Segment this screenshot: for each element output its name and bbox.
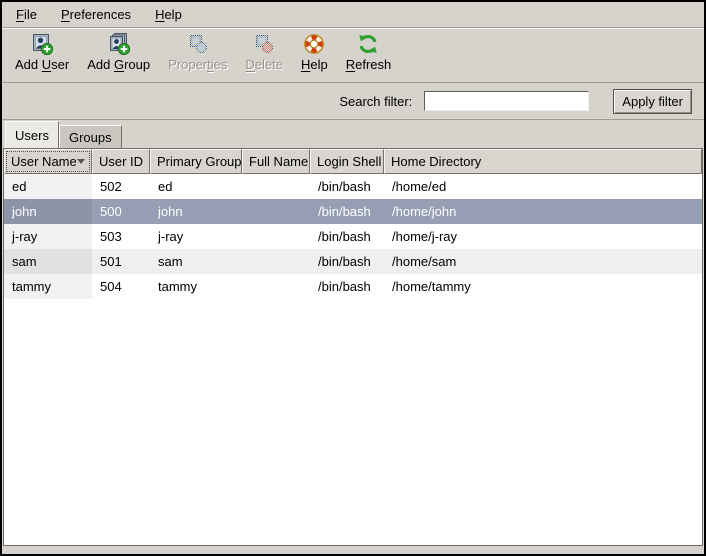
table-cell[interactable]: j-ray	[150, 224, 242, 249]
menu-bar: File Preferences Help	[2, 2, 704, 28]
table-cell[interactable]: /home/john	[384, 199, 702, 224]
table-cell[interactable]: /home/tammy	[384, 274, 702, 299]
table-cell[interactable]: /bin/bash	[310, 174, 384, 199]
refresh-button[interactable]: Refresh	[337, 31, 401, 74]
table-cell[interactable]: sam	[4, 249, 92, 274]
table-cell[interactable]: /bin/bash	[310, 249, 384, 274]
help-button[interactable]: Help	[292, 31, 337, 74]
table-cell[interactable]: /home/sam	[384, 249, 702, 274]
column-header-home-directory[interactable]: Home Directory	[384, 149, 702, 174]
table-cell[interactable]: /bin/bash	[310, 199, 384, 224]
users-table: User Name User ID Primary Group Full Nam…	[3, 148, 703, 546]
table-body: ed502ed/bin/bash/home/edjohn500john/bin/…	[4, 174, 702, 545]
table-row[interactable]: tammy504tammy/bin/bash/home/tammy	[4, 274, 702, 299]
table-cell[interactable]: 503	[92, 224, 150, 249]
table-cell[interactable]: 504	[92, 274, 150, 299]
table-cell[interactable]: tammy	[150, 274, 242, 299]
column-header-primary-group[interactable]: Primary Group	[150, 149, 242, 174]
lifebuoy-help-icon	[302, 32, 326, 56]
table-cell[interactable]: john	[150, 199, 242, 224]
properties-button[interactable]: Properties	[159, 31, 236, 74]
table-cell[interactable]: sam	[150, 249, 242, 274]
table-cell[interactable]	[242, 274, 310, 299]
table-cell[interactable]: 502	[92, 174, 150, 199]
add-group-button[interactable]: Add Group	[78, 31, 159, 74]
table-cell[interactable]: ed	[150, 174, 242, 199]
properties-label: Properties	[168, 56, 227, 73]
delete-button[interactable]: Delete	[236, 31, 292, 74]
group-add-icon	[107, 32, 131, 56]
table-cell[interactable]: tammy	[4, 274, 92, 299]
table-cell[interactable]: /bin/bash	[310, 274, 384, 299]
table-cell[interactable]: /home/ed	[384, 174, 702, 199]
menu-help[interactable]: Help	[143, 4, 194, 25]
table-cell[interactable]: ed	[4, 174, 92, 199]
help-label: Help	[301, 56, 328, 73]
refresh-label: Refresh	[346, 56, 392, 73]
search-filter-label: Search filter:	[339, 94, 412, 109]
refresh-arrows-icon	[356, 32, 380, 56]
filter-bar: Search filter: Apply filter	[2, 83, 704, 120]
table-cell[interactable]	[242, 174, 310, 199]
add-user-button[interactable]: Add User	[6, 31, 78, 74]
add-group-label: Add Group	[87, 56, 150, 73]
delete-label: Delete	[245, 56, 283, 73]
column-header-full-name[interactable]: Full Name	[242, 149, 310, 174]
column-header-user-name[interactable]: User Name	[4, 149, 92, 174]
table-cell[interactable]: 501	[92, 249, 150, 274]
properties-icon	[186, 32, 210, 56]
toolbar: Add User Add Group	[2, 28, 704, 83]
table-cell[interactable]	[242, 199, 310, 224]
tab-strip: Users Groups	[2, 120, 704, 148]
menu-file[interactable]: File	[4, 4, 49, 25]
search-filter-input[interactable]	[424, 91, 589, 111]
table-cell[interactable]	[242, 224, 310, 249]
table-cell[interactable]: /bin/bash	[310, 224, 384, 249]
column-header-login-shell[interactable]: Login Shell	[310, 149, 384, 174]
table-cell[interactable]: j-ray	[4, 224, 92, 249]
window-bottom-padding	[2, 546, 704, 554]
table-cell[interactable]: /home/j-ray	[384, 224, 702, 249]
menu-preferences[interactable]: Preferences	[49, 4, 143, 25]
user-manager-window: File Preferences Help Add User	[0, 0, 706, 556]
apply-filter-button[interactable]: Apply filter	[613, 89, 692, 114]
add-user-label: Add User	[15, 56, 69, 73]
tab-groups[interactable]: Groups	[59, 125, 122, 148]
column-header-user-id[interactable]: User ID	[92, 149, 150, 174]
table-row[interactable]: sam501sam/bin/bash/home/sam	[4, 249, 702, 274]
delete-icon	[252, 32, 276, 56]
table-header-row: User Name User ID Primary Group Full Nam…	[4, 149, 702, 174]
table-cell[interactable]	[242, 249, 310, 274]
table-row[interactable]: j-ray503j-ray/bin/bash/home/j-ray	[4, 224, 702, 249]
table-cell[interactable]: 500	[92, 199, 150, 224]
tab-users[interactable]: Users	[5, 121, 59, 148]
table-row[interactable]: ed502ed/bin/bash/home/ed	[4, 174, 702, 199]
user-add-icon	[30, 32, 54, 56]
table-cell[interactable]: john	[4, 199, 92, 224]
table-row[interactable]: john500john/bin/bash/home/john	[4, 199, 702, 224]
sort-descending-icon	[77, 159, 85, 164]
